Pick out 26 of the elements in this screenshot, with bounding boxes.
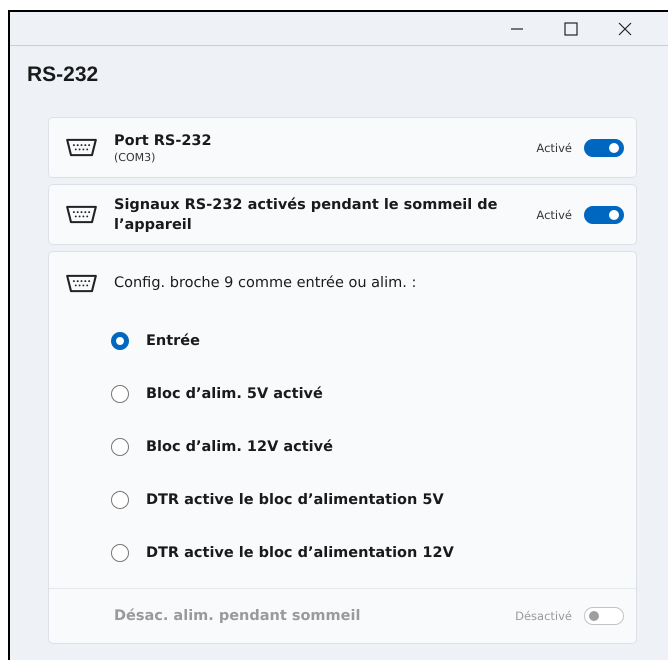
setting-label: Config. broche 9 comme entrée ou alim. : — [114, 274, 418, 293]
radio-label: Bloc d’alim. 12V activé — [146, 438, 333, 454]
radio-label: DTR active le bloc d’alimentation 12V — [146, 544, 454, 560]
toggle-switch[interactable] — [584, 206, 624, 224]
radio-button[interactable] — [111, 438, 129, 456]
serial-port-icon — [65, 204, 98, 225]
serial-port-icon — [65, 137, 98, 158]
state-label: Désactivé — [515, 609, 572, 623]
setting-label: Port RS-232 — [114, 132, 213, 151]
setting-label: Désac. alim. pendant sommeil — [114, 607, 362, 626]
radio-button[interactable] — [111, 332, 129, 350]
state-label: Activé — [536, 140, 572, 154]
radio-label: Bloc d’alim. 5V activé — [146, 386, 323, 402]
page-title: RS-232 — [26, 62, 100, 88]
radio-button[interactable] — [111, 384, 129, 402]
radio-label: DTR active le bloc d’alimentation 5V — [146, 492, 444, 508]
serial-port-icon — [65, 272, 98, 294]
radio-button[interactable] — [111, 490, 129, 508]
close-icon[interactable] — [618, 22, 632, 36]
radio-button[interactable] — [111, 544, 129, 562]
toggle-switch[interactable] — [584, 138, 624, 156]
maximize-icon[interactable] — [564, 22, 578, 36]
setting-label: Signaux RS-232 activés pendant le sommeil de l’appareil — [114, 196, 499, 234]
radio-label: Entrée — [146, 332, 200, 348]
setting-sublabel: (COM3) — [114, 151, 156, 164]
state-label: Activé — [536, 208, 572, 222]
